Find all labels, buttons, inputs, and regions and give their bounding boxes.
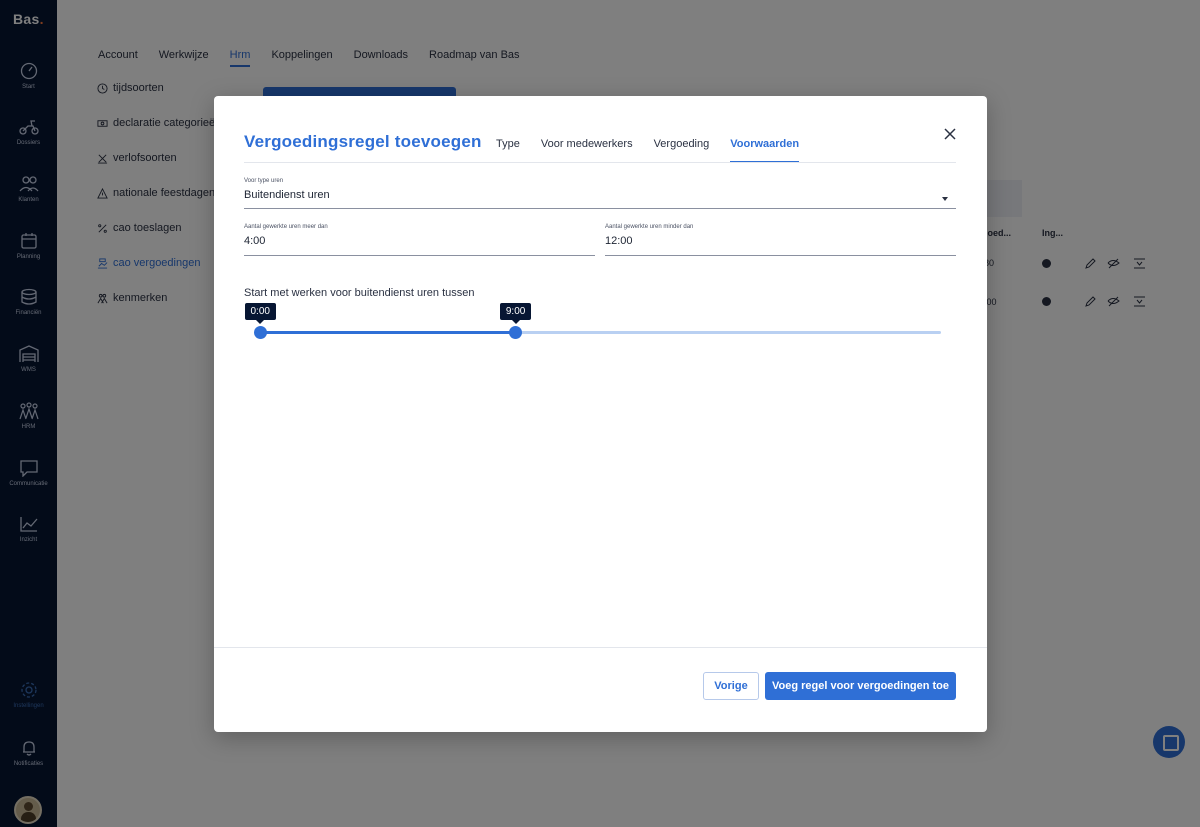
tabs-divider <box>244 162 956 163</box>
footer-divider <box>214 647 987 648</box>
field-underline <box>605 255 956 256</box>
modal-title: Vergoedingsregel toevoegen <box>244 132 482 151</box>
close-icon[interactable] <box>943 127 957 141</box>
time-range-slider-track[interactable] <box>260 331 941 334</box>
tab-type[interactable]: Type <box>496 138 520 163</box>
tab-vergoeding[interactable]: Vergoeding <box>654 138 710 163</box>
add-compensation-rule-modal: Vergoedingsregel toevoegen Type Voor med… <box>214 96 987 732</box>
field-label: Voor type uren <box>244 178 284 184</box>
time-range-slider-fill <box>260 331 516 334</box>
hour-type-select[interactable]: Voor type uren Buitendienst uren <box>244 178 956 209</box>
slider-start-handle[interactable] <box>253 326 267 339</box>
field-value: Buitendienst uren <box>244 189 330 201</box>
field-underline <box>244 208 956 209</box>
add-rule-submit-button[interactable]: Voeg regel voor vergoedingen toe <box>765 672 956 700</box>
previous-button[interactable]: Vorige <box>703 672 759 700</box>
slider-title: Start met werken voor buitendienst uren … <box>244 287 475 299</box>
min-hours-field[interactable]: Aantal gewerkte uren meer dan 4:00 <box>244 224 595 256</box>
chevron-down-icon <box>942 197 948 201</box>
field-underline <box>244 255 595 256</box>
field-label: Aantal gewerkte uren minder dan <box>605 224 694 230</box>
max-hours-field[interactable]: Aantal gewerkte uren minder dan 12:00 <box>605 224 956 256</box>
field-label: Aantal gewerkte uren meer dan <box>244 224 328 230</box>
tab-voor-medewerkers[interactable]: Voor medewerkers <box>541 138 633 163</box>
modal-tabs: Type Voor medewerkers Vergoeding Voorwaa… <box>496 138 820 163</box>
tab-voorwaarden[interactable]: Voorwaarden <box>730 138 800 163</box>
field-value: 12:00 <box>605 235 633 247</box>
field-value: 4:00 <box>244 235 266 247</box>
slider-end-tooltip: 9:00 <box>499 303 532 324</box>
slider-start-tooltip: 0:00 <box>244 303 276 324</box>
slider-end-handle[interactable] <box>508 326 522 339</box>
